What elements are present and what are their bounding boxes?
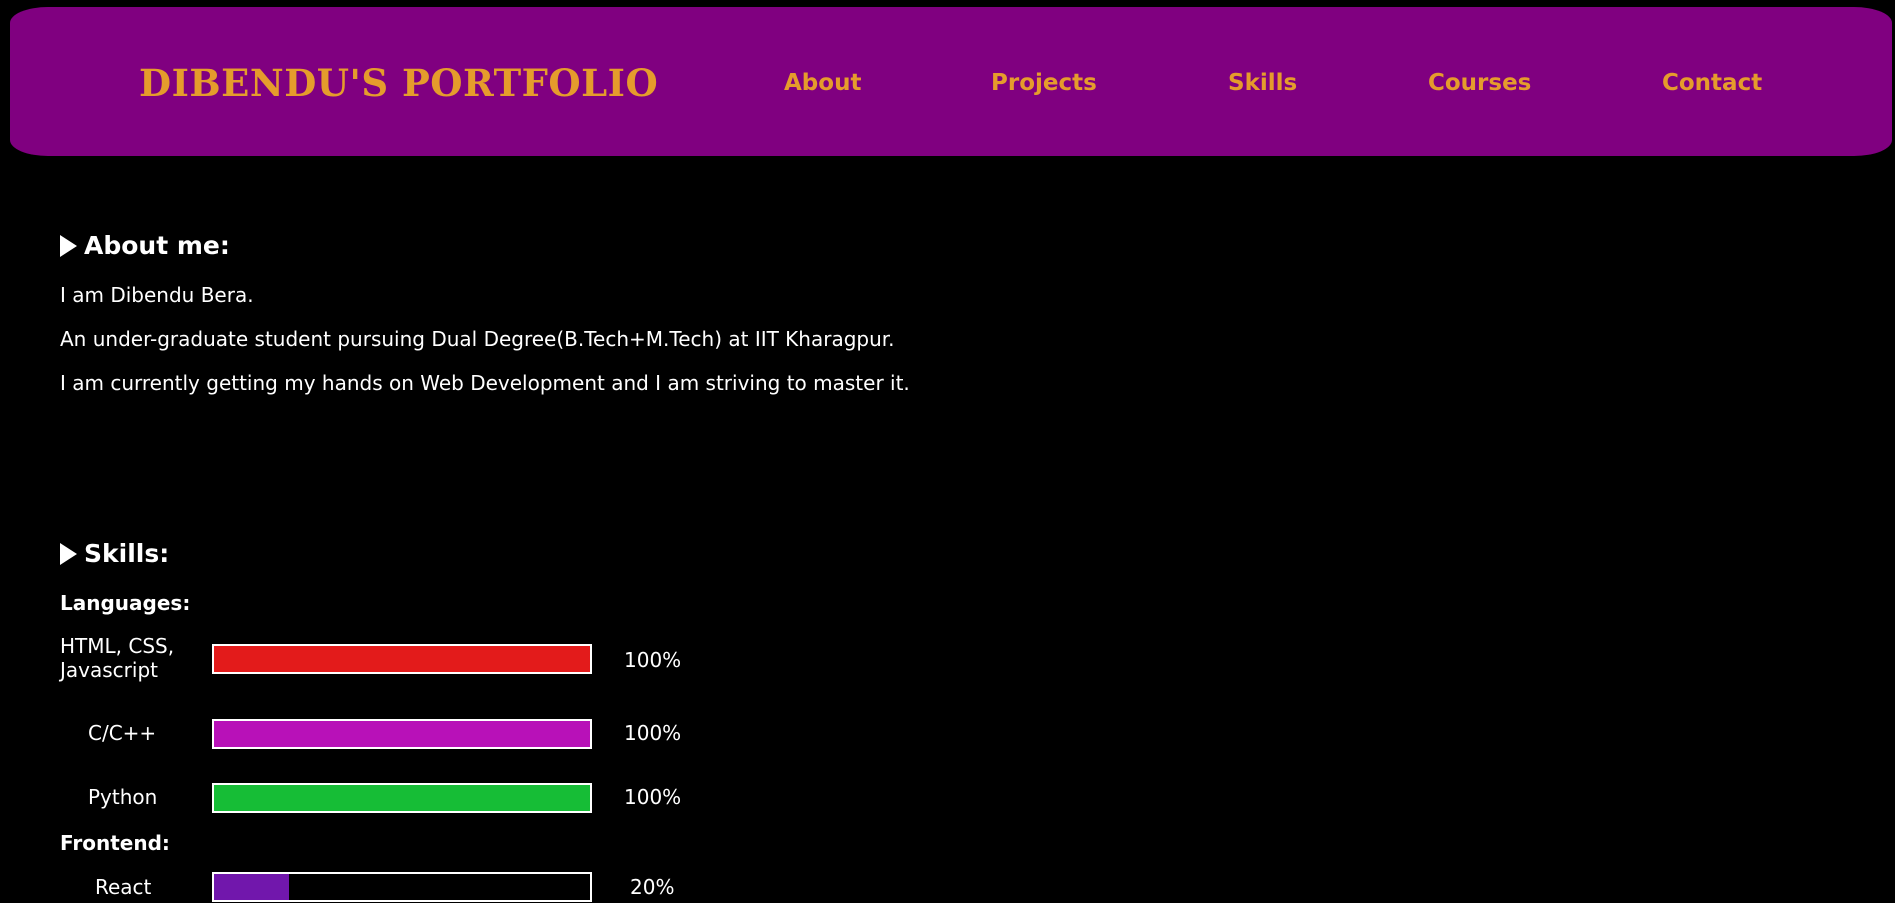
nav-link-contact[interactable]: Contact [1662, 70, 1762, 96]
skill-name: React [95, 875, 152, 899]
skill-progress-bar [212, 783, 592, 813]
skill-name: C/C++ [88, 721, 157, 745]
skill-progress-fill [214, 721, 590, 747]
nav-link-skills[interactable]: Skills [1228, 70, 1297, 96]
triangle-right-icon [60, 542, 77, 565]
skills-heading: Skills: [60, 539, 169, 568]
site-header: DIBENDU'S PORTFOLIO About Projects Skill… [10, 7, 1892, 156]
skill-progress-fill [214, 874, 290, 900]
skill-progress-bar [212, 644, 592, 674]
skill-progress-fill [214, 785, 590, 811]
skill-group-title: Languages: [60, 591, 191, 615]
about-heading-text: About me: [84, 231, 230, 260]
skill-progress-bar [212, 719, 592, 749]
nav-link-about[interactable]: About [784, 70, 861, 96]
nav-link-projects[interactable]: Projects [991, 70, 1097, 96]
skill-percent: 100% [624, 721, 682, 745]
triangle-right-icon [60, 234, 77, 257]
about-line: I am Dibendu Bera. [60, 283, 254, 307]
skills-heading-text: Skills: [84, 539, 170, 568]
skill-progress-fill [214, 646, 590, 672]
skill-name: Python [88, 785, 158, 809]
skill-progress-bar [212, 872, 592, 902]
skill-percent: 20% [630, 875, 675, 899]
main-nav: About Projects Skills Courses Contact [10, 7, 1892, 156]
skill-group-title: Frontend: [60, 831, 170, 855]
nav-link-courses[interactable]: Courses [1428, 70, 1531, 96]
about-heading: About me: [60, 231, 230, 260]
about-line: An under-graduate student pursuing Dual … [60, 327, 895, 351]
skill-percent: 100% [624, 648, 682, 672]
skill-percent: 100% [624, 785, 682, 809]
about-line: I am currently getting my hands on Web D… [60, 371, 910, 395]
skill-name: HTML, CSS, Javascript [60, 634, 175, 682]
